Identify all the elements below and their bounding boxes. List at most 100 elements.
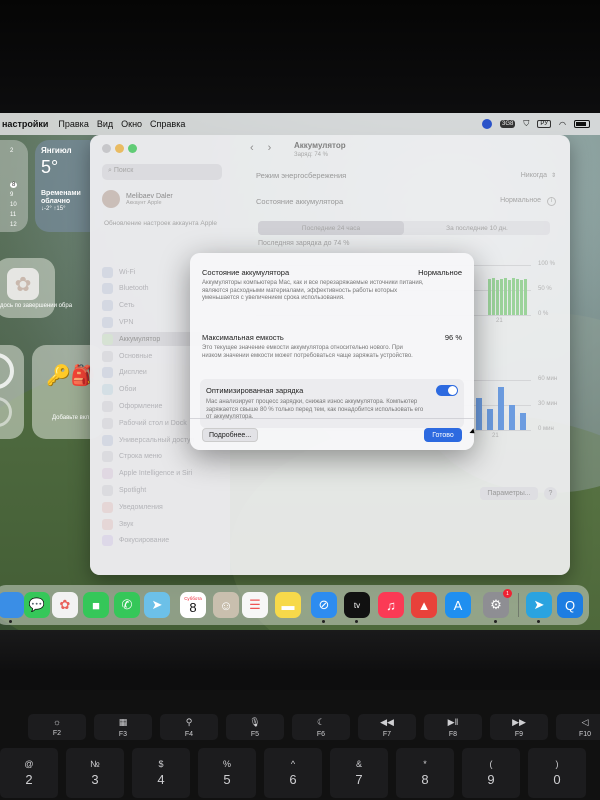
notification-badge: 1 — [503, 589, 512, 598]
function-key-label: F4 — [184, 730, 194, 738]
music-app-icon[interactable]: ♫ — [378, 592, 404, 618]
menu-window[interactable]: Окно — [121, 119, 150, 129]
function-key[interactable]: ☼ F2 — [28, 714, 86, 740]
finder-app-icon[interactable] — [0, 592, 24, 623]
system-settings-app-icon[interactable]: ⚙ 1 — [483, 589, 512, 623]
rocket-glyph: ▲ — [417, 597, 431, 613]
running-indicator — [355, 620, 358, 623]
function-key[interactable]: 🎙 F5 — [226, 714, 284, 740]
laptop-bezel — [0, 630, 600, 670]
section-desc: Это текущее значение емкости аккумулятор… — [202, 345, 413, 359]
menu-app-name[interactable]: настройки — [0, 119, 58, 129]
calendar-day: 10 — [10, 202, 17, 208]
calendar-day: 2 — [10, 148, 14, 154]
function-key[interactable]: ▶▶ F9 — [490, 714, 548, 740]
number-key[interactable]: ^ 6 — [264, 748, 322, 798]
input-language[interactable]: РУ — [537, 120, 552, 128]
facetime-glyph: ■ — [92, 597, 100, 613]
rocket-app-icon[interactable]: ▲ — [411, 592, 437, 618]
number-key[interactable]: * 8 — [396, 748, 454, 798]
more-info-button[interactable]: Подробнее... — [202, 428, 259, 442]
section-value: 96 % — [444, 333, 462, 342]
function-key-label: F3 — [118, 730, 128, 738]
section-value: Нормальное — [418, 268, 462, 277]
number-key-digit: 8 — [421, 772, 429, 787]
contacts-app-icon[interactable]: ☺ — [213, 592, 239, 618]
function-key-icon: ⚲ — [185, 716, 193, 727]
telegram-app-icon[interactable]: ➤ — [526, 592, 552, 623]
safari-app-icon[interactable]: ⊘ — [311, 592, 337, 623]
messages-glyph: 💬 — [28, 597, 46, 612]
function-key[interactable]: ▦ F3 — [94, 714, 152, 740]
function-key-label: F2 — [52, 730, 62, 737]
reminders-app-icon[interactable]: ☰ — [242, 592, 268, 618]
number-key-digit: 6 — [289, 772, 297, 787]
function-key[interactable]: ▶‖ F8 — [424, 714, 482, 740]
done-button[interactable]: Готово — [424, 428, 462, 442]
function-key-label: F8 — [448, 730, 458, 738]
telegram-glyph: ➤ — [533, 597, 545, 612]
photos-widget[interactable]: ✿ — [0, 258, 55, 318]
maps-app-icon[interactable]: ➤ — [144, 592, 170, 618]
calendar-widget[interactable]: 2 8 9 10 11 12 — [0, 140, 28, 232]
calendar-day: 8 — [189, 600, 197, 615]
calendar-app-icon[interactable]: Суббота 8 — [180, 592, 206, 618]
app-store-app-icon[interactable]: A — [445, 592, 471, 618]
weather-temp: 5° — [41, 157, 59, 177]
status-app-icon[interactable] — [481, 119, 492, 129]
widget-label: Добавьте вкл — [52, 415, 90, 421]
sheet-footer: Подробнее... Готово — [190, 418, 474, 450]
function-key-label: F6 — [316, 730, 326, 738]
number-key[interactable]: (9 — [462, 748, 520, 798]
function-key[interactable]: ☾ F6 — [292, 714, 350, 740]
running-indicator — [322, 620, 325, 623]
shield-icon[interactable]: ⛉ — [523, 119, 529, 129]
number-key[interactable]: & 7 — [330, 748, 388, 798]
facetime-app-icon[interactable]: ■ — [83, 592, 109, 618]
function-key[interactable]: ◀◀ F7 — [358, 714, 416, 740]
menu-help[interactable]: Справка — [150, 119, 193, 129]
messages-app-icon[interactable]: 💬 — [24, 592, 50, 618]
battery-icon[interactable] — [574, 120, 590, 128]
function-key-icon: ☼ — [52, 717, 62, 727]
number-key-digit: 7 — [355, 772, 363, 787]
dock-divider — [518, 593, 519, 617]
photos-icon: ✿ — [7, 268, 39, 300]
menu-bar: настройки Правка Вид Окно Справка 3G8 ⛉ … — [0, 113, 600, 135]
function-key-icon: ▶‖ — [447, 716, 459, 727]
phone-app-icon[interactable]: ✆ — [114, 592, 140, 618]
optimized-charging-toggle[interactable] — [436, 385, 458, 396]
apple-tv-app-icon[interactable]: tv — [344, 592, 370, 623]
weather-range: ↓-2° ↑15° — [41, 206, 66, 212]
battery-condition-section: Состояние аккумулятора Нормальное Аккуму… — [202, 268, 462, 303]
section-title: Оптимизированная зарядка — [206, 386, 304, 395]
function-key[interactable]: ◁ F10 — [556, 714, 600, 740]
activity-ring-icon — [0, 353, 14, 389]
status-badge[interactable]: 3G8 — [499, 120, 516, 128]
notes-app-icon[interactable]: ▬ — [275, 592, 301, 618]
quicktime-glyph: Q — [564, 597, 576, 613]
number-key-symbol: & — [355, 759, 362, 769]
number-key[interactable]: % 5 — [198, 748, 256, 798]
function-key[interactable]: ⚲ F4 — [160, 714, 218, 740]
function-key-label: F5 — [250, 730, 260, 738]
function-key-label: F9 — [514, 730, 524, 738]
battery-health-sheet: Состояние аккумулятора Нормальное Аккуму… — [190, 253, 474, 450]
number-key-digit: 0 — [553, 772, 561, 787]
number-key-symbol: ( — [489, 759, 493, 769]
quicktime-app-icon[interactable]: Q — [557, 592, 583, 618]
running-indicator — [494, 620, 497, 623]
menu-edit[interactable]: Правка — [58, 119, 96, 129]
photos-app-icon[interactable]: ✿ — [52, 592, 78, 618]
photos-glyph: ✿ — [59, 597, 71, 612]
function-key-label: F10 — [578, 730, 592, 738]
number-key[interactable]: $4 — [132, 748, 190, 798]
reminders-glyph: ☰ — [249, 597, 261, 612]
number-key[interactable]: № 3 — [66, 748, 124, 798]
fitness-widget[interactable] — [0, 345, 24, 439]
wifi-icon[interactable]: ◠ — [559, 120, 566, 129]
contacts-glyph: ☺ — [219, 597, 233, 613]
number-key[interactable]: @2 — [0, 748, 58, 798]
menu-view[interactable]: Вид — [97, 119, 121, 129]
number-key[interactable]: ) 0 — [528, 748, 586, 798]
